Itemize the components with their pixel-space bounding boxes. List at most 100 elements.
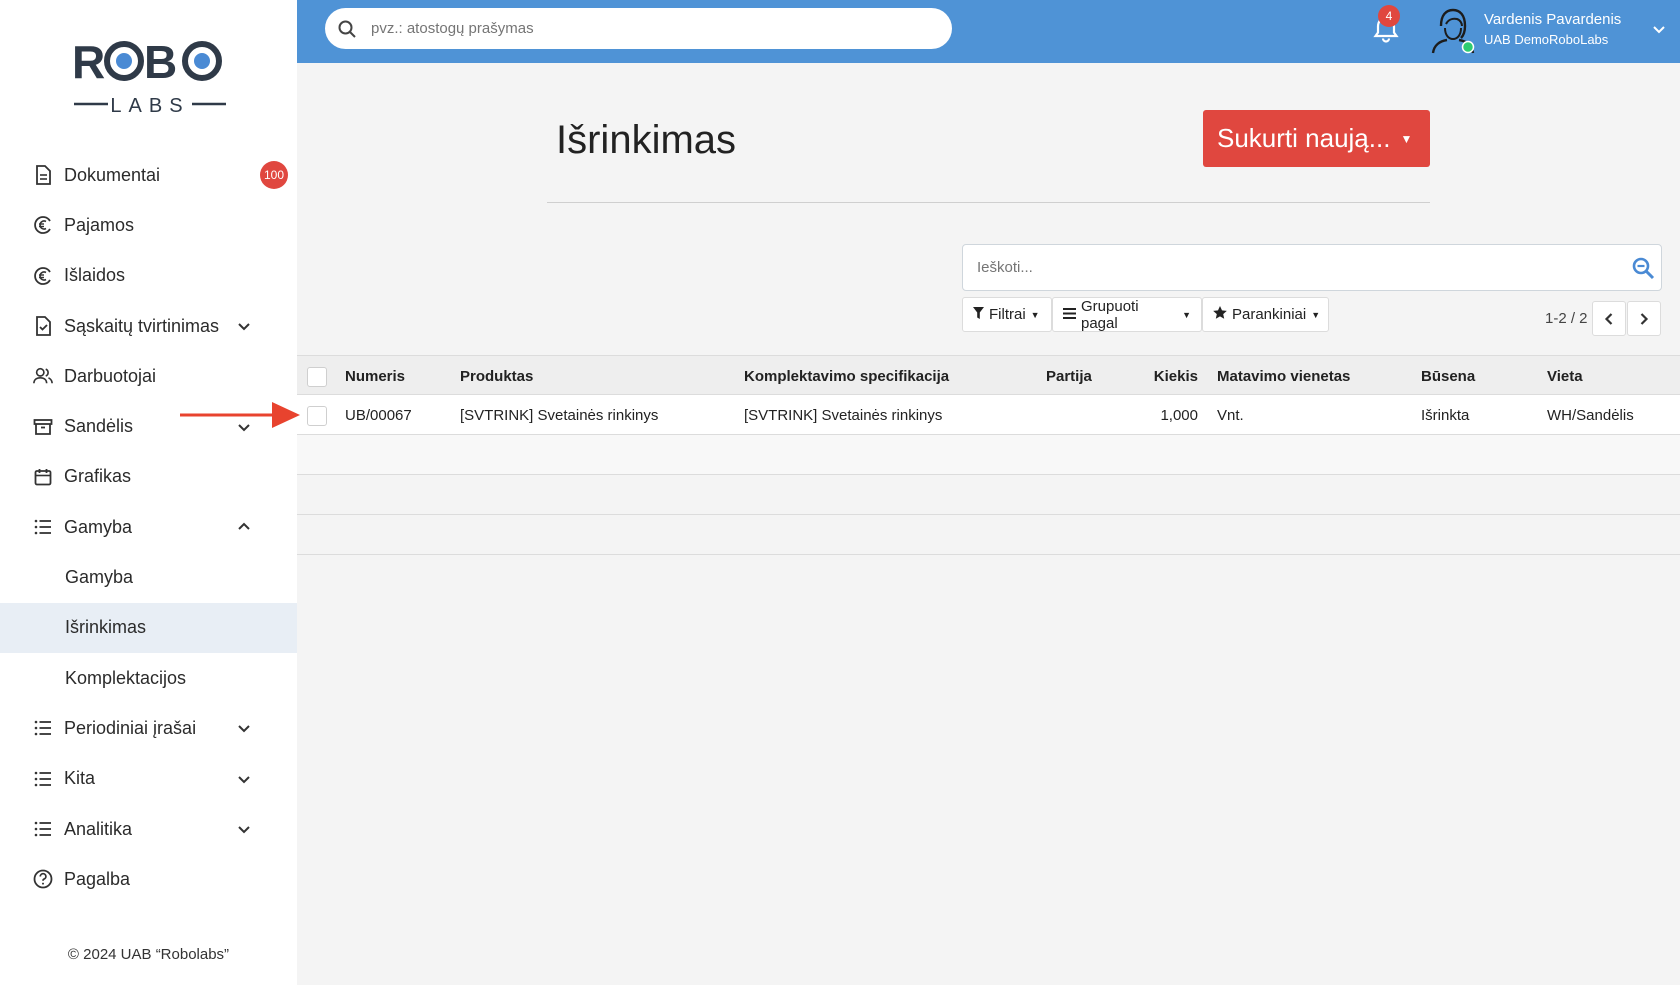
user-company: UAB DemoRoboLabs	[1484, 32, 1609, 47]
sidebar-item-saskaitu-tvirtinimas[interactable]: Sąskaitų tvirtinimas	[0, 301, 297, 351]
sidebar-subitem-isrinkimas[interactable]: Išrinkimas	[0, 602, 297, 653]
cell-kiekis: 1,000	[1160, 406, 1198, 424]
sidebar-item-label: Grafikas	[64, 466, 132, 487]
table-row[interactable]: UB/00067 [SVTRINK] Svetainės rinkinys [S…	[297, 395, 1680, 435]
notifications-badge: 4	[1378, 5, 1400, 27]
column-header-kiekis[interactable]: Kiekis	[1097, 356, 1198, 396]
sidebar: R B LABS Dokumentai 100 Pajamos Išlaidos…	[0, 0, 297, 985]
help-circle-icon	[33, 869, 53, 889]
caret-down-icon: ▼	[1030, 309, 1040, 320]
sidebar-item-label: Analitika	[64, 818, 133, 839]
select-all-checkbox[interactable]	[307, 367, 327, 387]
create-new-button[interactable]: Sukurti naują... ▼	[1203, 110, 1430, 167]
group-by-button[interactable]: Grupuoti pagal ▼	[1052, 297, 1202, 332]
filters-button[interactable]: Filtrai ▼	[962, 297, 1052, 332]
table-header: Numeris Produktas Komplektavimo specifik…	[297, 355, 1680, 395]
star-icon	[1213, 306, 1227, 323]
previous-page-button[interactable]	[1592, 301, 1626, 336]
bars-icon	[1063, 306, 1076, 323]
row-checkbox[interactable]	[307, 406, 327, 426]
copyright: © 2024 UAB “Robolabs”	[67, 946, 230, 963]
sidebar-item-label: Išrinkimas	[65, 617, 147, 638]
column-header-vieta[interactable]: Vieta	[1547, 356, 1583, 396]
list-icon	[33, 517, 53, 537]
sidebar-item-label: Komplektacijos	[65, 667, 187, 688]
cell-vieta: WH/Sandėlis	[1547, 406, 1634, 424]
column-header-komplektavimo-specifikacija[interactable]: Komplektavimo specifikacija	[744, 356, 949, 396]
chevron-down-icon[interactable]	[1650, 20, 1668, 38]
chevron-left-icon	[1604, 312, 1613, 325]
sidebar-item-grafikas[interactable]: Grafikas	[0, 452, 297, 502]
top-bar: 4 Vardenis Pavardenis UAB DemoRoboLabs	[297, 0, 1680, 63]
sidebar-item-label: Dokumentai	[64, 164, 161, 185]
sidebar-item-islaidos[interactable]: Išlaidos	[0, 251, 297, 301]
sidebar-item-analitika[interactable]: Analitika	[0, 804, 297, 854]
sidebar-item-label: Sandėlis	[64, 416, 134, 437]
sidebar-item-pagalba[interactable]: Pagalba	[0, 854, 297, 904]
page-title: Išrinkimas	[556, 118, 737, 162]
column-header-matavimo-vienetas[interactable]: Matavimo vienetas	[1217, 356, 1350, 396]
cell-busena: Išrinkta	[1421, 406, 1470, 424]
column-header-numeris[interactable]: Numeris	[345, 356, 405, 396]
search-icon	[338, 20, 356, 38]
group-by-label: Grupuoti pagal	[1081, 297, 1139, 332]
cell-produktas: [SVTRINK] Svetainės rinkinys	[460, 406, 659, 424]
sidebar-item-dokumentai[interactable]: Dokumentai 100	[0, 150, 297, 200]
column-header-produktas[interactable]: Produktas	[460, 356, 533, 396]
chevron-down-icon[interactable]	[236, 771, 252, 787]
sidebar-item-label: Periodiniai įrašai	[64, 717, 197, 738]
caret-down-icon: ▼	[1400, 131, 1413, 146]
pager-value[interactable]: 1-2 / 2	[1545, 310, 1588, 327]
favorites-button[interactable]: Parankiniai ▼	[1202, 297, 1329, 332]
avatar[interactable]	[1430, 6, 1476, 54]
calendar-icon	[33, 467, 53, 487]
chevron-down-icon[interactable]	[236, 720, 252, 736]
caret-down-icon: ▼	[1182, 309, 1191, 320]
list-icon	[33, 819, 53, 839]
sidebar-item-label: Gamyba	[65, 567, 134, 588]
chevron-right-icon	[1640, 312, 1649, 325]
svg-text:B: B	[144, 38, 177, 86]
sidebar-item-label: Gamyba	[64, 516, 133, 537]
sidebar-subitem-komplektacijos[interactable]: Komplektacijos	[0, 653, 297, 703]
next-page-button[interactable]	[1627, 301, 1661, 336]
filter-icon	[973, 306, 984, 323]
caret-down-icon: ▼	[1311, 309, 1321, 320]
create-new-label: Sukurti naują...	[1217, 123, 1391, 153]
archive-icon	[33, 417, 53, 437]
logo-mark: R B	[74, 38, 222, 86]
column-header-partija[interactable]: Partija	[1046, 356, 1092, 396]
robolabs-logo[interactable]: R B LABS	[74, 38, 226, 118]
document-check-icon	[33, 316, 53, 336]
sidebar-item-gamyba[interactable]: Gamyba	[0, 502, 297, 552]
sidebar-item-label: Darbuotojai	[64, 365, 157, 386]
user-name[interactable]: Vardenis Pavardenis	[1484, 11, 1621, 28]
sidebar-item-darbuotojai[interactable]: Darbuotojai	[0, 351, 297, 401]
list-search[interactable]	[962, 244, 1662, 291]
list-search-input[interactable]	[977, 259, 1617, 276]
search-icon[interactable]	[1631, 256, 1655, 280]
sidebar-subitem-gamyba[interactable]: Gamyba	[0, 552, 297, 602]
document-icon	[33, 165, 53, 186]
sidebar-item-periodiniai-irasai[interactable]: Periodiniai įrašai	[0, 703, 297, 753]
chevron-down-icon[interactable]	[236, 318, 252, 334]
records-table: Numeris Produktas Komplektavimo specifik…	[297, 355, 1680, 555]
euro-circle-icon	[33, 266, 53, 286]
column-header-busena[interactable]: Būsena	[1421, 356, 1475, 396]
cell-komplektavimo-specifikacija: [SVTRINK] Svetainės rinkinys	[744, 406, 943, 424]
global-search[interactable]	[325, 8, 952, 49]
favorites-label: Parankiniai	[1232, 306, 1307, 323]
sidebar-item-kita[interactable]: Kita	[0, 754, 297, 804]
documents-count-badge: 100	[260, 161, 288, 190]
chevron-up-icon[interactable]	[236, 519, 252, 535]
chevron-down-icon[interactable]	[236, 821, 252, 837]
annotation-arrow	[180, 402, 300, 428]
svg-text:LABS: LABS	[110, 95, 189, 117]
filters-label: Filtrai	[989, 306, 1026, 323]
euro-circle-icon	[33, 215, 53, 235]
empty-table-row	[297, 435, 1680, 475]
cell-numeris: UB/00067	[345, 406, 412, 424]
global-search-input[interactable]	[371, 20, 911, 37]
sidebar-item-pajamos[interactable]: Pajamos	[0, 200, 297, 250]
sidebar-item-label: Kita	[64, 768, 96, 789]
